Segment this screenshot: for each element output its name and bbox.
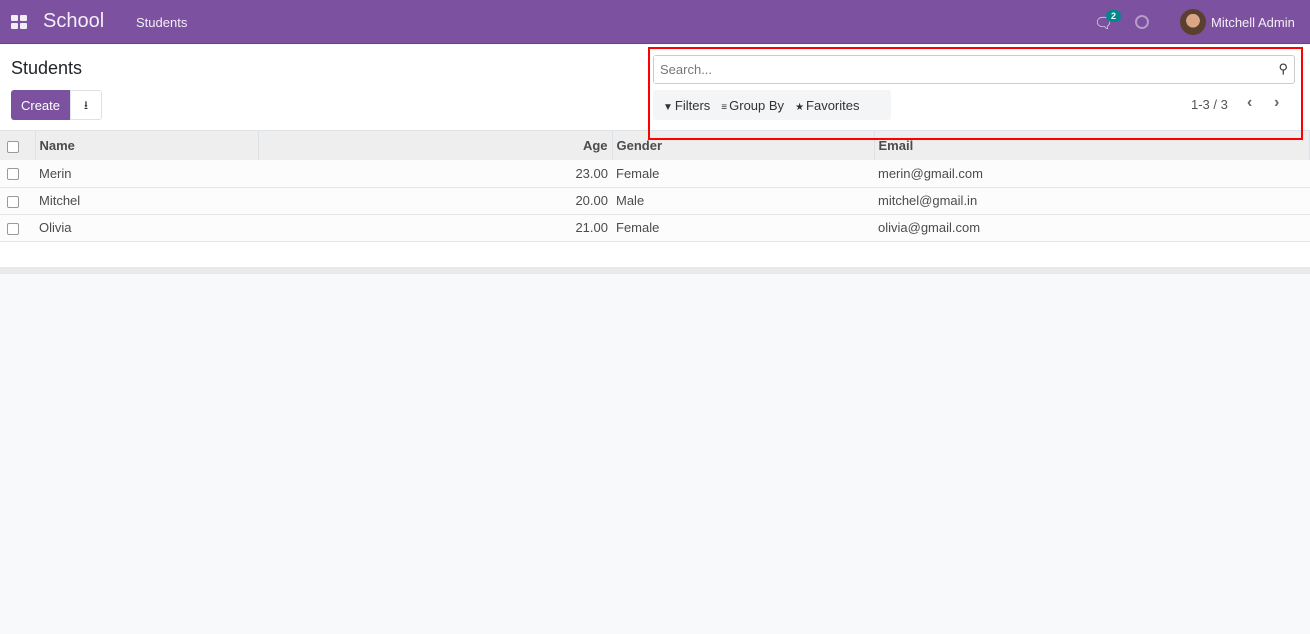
top-navbar: School Students 🗨 2 Mitchell Admin xyxy=(0,0,1310,44)
cell-age: 20.00 xyxy=(258,187,612,215)
filters-label: Filters xyxy=(674,97,711,113)
user-menu[interactable]: Mitchell Admin xyxy=(1211,15,1295,30)
chevron-left-icon[interactable]: ‹ xyxy=(1247,94,1252,112)
filter-icon: ▼ xyxy=(663,101,673,113)
header-name[interactable]: Name xyxy=(35,131,259,160)
filter-bar: ▼ Filters ≡ Group By ★ Favorites xyxy=(653,90,891,120)
search-input[interactable] xyxy=(654,56,1254,83)
cell-name: Merin xyxy=(35,160,258,188)
select-all-checkbox[interactable] xyxy=(7,140,19,153)
cell-gender: Female xyxy=(612,160,874,188)
table-header: Name Age Gender Email xyxy=(0,131,1310,160)
group-by-button[interactable]: ≡ Group By xyxy=(719,98,793,113)
cell-name: Mitchel xyxy=(35,187,258,215)
avatar[interactable] xyxy=(1180,9,1206,35)
download-icon[interactable]: ⭳ xyxy=(70,90,102,120)
star-icon: ★ xyxy=(795,101,805,113)
favorites-button[interactable]: ★ Favorites xyxy=(793,98,868,113)
cell-email: olivia@gmail.com xyxy=(874,214,1310,242)
create-button[interactable]: Create xyxy=(11,90,70,120)
cell-age: 23.00 xyxy=(258,160,612,188)
cell-age: 21.00 xyxy=(258,214,612,242)
row-checkbox[interactable] xyxy=(7,168,19,181)
cell-email: merin@gmail.com xyxy=(874,160,1310,188)
cell-email: mitchel@gmail.in xyxy=(874,187,1310,215)
app-name[interactable]: School xyxy=(43,10,104,33)
page-title: Students xyxy=(11,58,83,78)
chat-badge: 2 xyxy=(1106,10,1122,22)
chevron-right-icon[interactable]: › xyxy=(1274,94,1279,112)
control-panel: Students Create ⭳ ⚲ ▼Filters ≡Group By ★… xyxy=(0,45,1310,131)
table-footer-band xyxy=(0,267,1310,274)
row-checkbox[interactable] xyxy=(7,222,19,235)
menu-students[interactable]: Students xyxy=(136,15,187,30)
search-box: ⚲ xyxy=(653,55,1295,84)
pager-value[interactable]: 1-3 / 3 xyxy=(1191,97,1228,112)
favorites-label: Favorites xyxy=(806,97,860,113)
row-checkbox[interactable] xyxy=(7,195,19,208)
apps-menu-icon[interactable] xyxy=(11,15,27,29)
group-by-label: Group By xyxy=(729,97,785,113)
bars-icon: ≡ xyxy=(721,101,728,113)
cell-gender: Female xyxy=(612,214,874,242)
header-gender[interactable]: Gender xyxy=(612,131,875,160)
header-email[interactable]: Email xyxy=(874,131,1310,160)
filters-button[interactable]: ▼ Filters xyxy=(661,98,719,113)
table-row[interactable]: Mitchel 20.00 Male mitchel@gmail.in xyxy=(0,187,1310,215)
activity-clock-icon[interactable] xyxy=(1135,15,1149,29)
header-age[interactable]: Age xyxy=(258,131,613,160)
table-row[interactable]: Olivia 21.00 Female olivia@gmail.com xyxy=(0,214,1310,242)
search-icon[interactable]: ⚲ xyxy=(1278,61,1288,77)
cell-name: Olivia xyxy=(35,214,258,242)
table-row[interactable]: Merin 23.00 Female merin@gmail.com xyxy=(0,160,1310,188)
cell-gender: Male xyxy=(612,187,874,215)
students-table: Name Age Gender Email Merin 23.00 Female… xyxy=(0,131,1310,242)
table-spacer xyxy=(0,242,1310,267)
